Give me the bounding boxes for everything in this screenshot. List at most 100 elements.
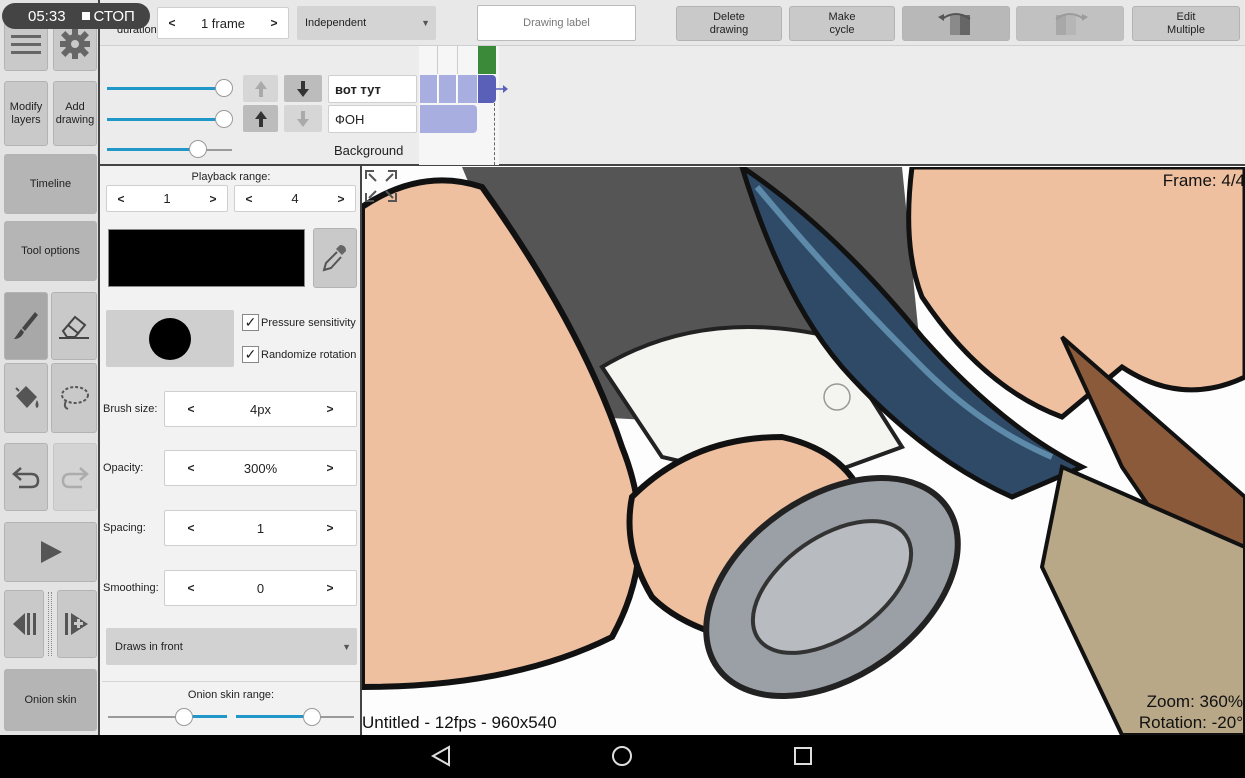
brush-size-decrease[interactable]: <: [165, 402, 217, 416]
layer1-down-button[interactable]: [284, 75, 322, 102]
drawing-canvas[interactable]: Frame: 4/4 Untitled - 12fps - 960x540 Zo…: [362, 167, 1245, 735]
undo-button[interactable]: [4, 443, 48, 511]
onion-after-slider[interactable]: [236, 715, 312, 718]
onion-before-rest: [108, 716, 184, 718]
project-info: Untitled - 12fps - 960x540: [362, 713, 557, 732]
randomize-rotation-checkbox[interactable]: ✓: [242, 346, 259, 363]
arrow-down-icon: [297, 110, 309, 127]
smoothing-decrease[interactable]: <: [165, 581, 217, 595]
brush-preview[interactable]: [106, 310, 234, 367]
timeline-divider: [437, 46, 438, 74]
spacing-decrease[interactable]: <: [165, 521, 217, 535]
opacity-decrease[interactable]: <: [165, 461, 217, 475]
next-frame-button[interactable]: [57, 590, 97, 658]
duration-prev-button[interactable]: <: [158, 16, 186, 30]
duration-next-button[interactable]: >: [260, 16, 288, 30]
layer2-name-text: ФОН: [335, 111, 365, 127]
recents-icon[interactable]: [793, 746, 813, 766]
brush-size-value: 4px: [250, 401, 271, 417]
spacing-increase[interactable]: >: [304, 521, 356, 535]
opacity-stepper[interactable]: < 300% >: [164, 450, 357, 486]
pressure-sensitivity-checkbox[interactable]: ✓: [242, 314, 259, 331]
playhead-line: [494, 103, 495, 165]
playback-end-value: 4: [291, 191, 299, 206]
randomize-rotation-label: Randomize rotation: [261, 349, 357, 361]
layer2-down-button[interactable]: [284, 105, 322, 132]
brush-size-stepper[interactable]: < 4px >: [164, 391, 357, 427]
back-icon[interactable]: [430, 745, 452, 767]
onion-skin-button[interactable]: Onion skin: [4, 669, 97, 731]
playback-end-prev[interactable]: <: [235, 192, 263, 206]
modify-layers-button[interactable]: Modify layers: [4, 81, 48, 146]
layer2-up-button[interactable]: [243, 105, 278, 132]
background-opacity-slider[interactable]: [107, 148, 197, 151]
frame-cell[interactable]: [420, 105, 477, 133]
onion-after-knob[interactable]: [303, 708, 321, 726]
lasso-icon: [61, 386, 89, 410]
background-layer-name[interactable]: Background: [334, 143, 403, 158]
drawing-label-input[interactable]: Drawing label: [477, 5, 636, 41]
layer1-name[interactable]: вот тут: [328, 75, 417, 103]
layer2-name[interactable]: ФОН: [328, 105, 417, 133]
layer1-opacity-knob[interactable]: [215, 79, 233, 97]
color-swatch[interactable]: [108, 229, 305, 287]
fill-tool-button[interactable]: [4, 363, 48, 433]
status-recording-pill[interactable]: 05:33 СТОП: [2, 3, 150, 29]
playback-end-stepper[interactable]: < 4 >: [234, 185, 356, 212]
frame-cell[interactable]: [439, 75, 457, 103]
onion-before-knob[interactable]: [175, 708, 193, 726]
redo-button[interactable]: [53, 443, 97, 511]
smoothing-increase[interactable]: >: [304, 581, 356, 595]
brush-tool-button[interactable]: [4, 292, 48, 360]
onion-divider: [102, 681, 360, 682]
opacity-value: 300%: [243, 460, 278, 476]
smoothing-label: Smoothing:: [103, 582, 159, 594]
frame-duration-stepper[interactable]: < 1 frame >: [157, 7, 289, 39]
brush-size-increase[interactable]: >: [304, 402, 356, 416]
frame-cell[interactable]: [458, 75, 477, 103]
eraser-tool-button[interactable]: [51, 292, 97, 360]
background-opacity-knob[interactable]: [189, 140, 207, 158]
brush-dot: [149, 317, 191, 360]
prev-frame-icon: [13, 613, 36, 635]
lasso-tool-button[interactable]: [51, 363, 97, 433]
opacity-increase[interactable]: >: [304, 461, 356, 475]
layer1-name-text: вот тут: [335, 81, 381, 97]
prev-frame-button[interactable]: [4, 590, 44, 658]
playback-end-next[interactable]: >: [327, 192, 355, 206]
spacing-value: 1: [256, 520, 265, 536]
make-cycle-button[interactable]: Make cycle: [789, 6, 895, 41]
layer2-opacity-slider[interactable]: [107, 118, 223, 121]
layer2-opacity-knob[interactable]: [215, 110, 233, 128]
delete-drawing-button[interactable]: Delete drawing: [676, 6, 782, 41]
frame-cell-current[interactable]: [478, 75, 496, 103]
edit-multiple-button[interactable]: Edit Multiple: [1132, 6, 1240, 41]
current-frame-marker[interactable]: [478, 46, 496, 74]
eyedropper-button[interactable]: [313, 228, 357, 288]
frame-cell[interactable]: [420, 75, 438, 103]
move-frame-left-button[interactable]: [902, 6, 1010, 41]
playback-start-next[interactable]: >: [199, 192, 227, 206]
smoothing-stepper[interactable]: < 0 >: [164, 570, 357, 606]
add-drawing-button[interactable]: Add drawing: [53, 81, 97, 146]
spacing-stepper[interactable]: < 1 >: [164, 510, 357, 546]
play-button[interactable]: [4, 522, 97, 582]
timeline-button[interactable]: Timeline: [4, 154, 97, 214]
brush-size-label: Brush size:: [103, 403, 158, 415]
frame-indicator: Frame: 4/4: [1162, 171, 1245, 190]
draw-order-value: Draws in front: [115, 640, 183, 653]
playback-start-prev[interactable]: <: [107, 192, 135, 206]
move-frame-right-button[interactable]: [1016, 6, 1124, 41]
layer1-opacity-slider[interactable]: [107, 87, 223, 90]
layer1-up-button[interactable]: [243, 75, 278, 102]
smoothing-value: 0: [256, 580, 265, 596]
menu-icon: [11, 35, 41, 54]
draw-order-select[interactable]: Draws in front ▼: [106, 628, 357, 665]
artwork: [362, 167, 1245, 735]
mode-select-value: Independent: [305, 17, 367, 29]
home-icon[interactable]: [611, 745, 633, 767]
fullscreen-icon[interactable]: [364, 169, 398, 203]
tool-options-button[interactable]: Tool options: [4, 221, 97, 281]
playback-start-stepper[interactable]: < 1 >: [106, 185, 228, 212]
mode-select[interactable]: Independent ▼: [297, 6, 436, 40]
